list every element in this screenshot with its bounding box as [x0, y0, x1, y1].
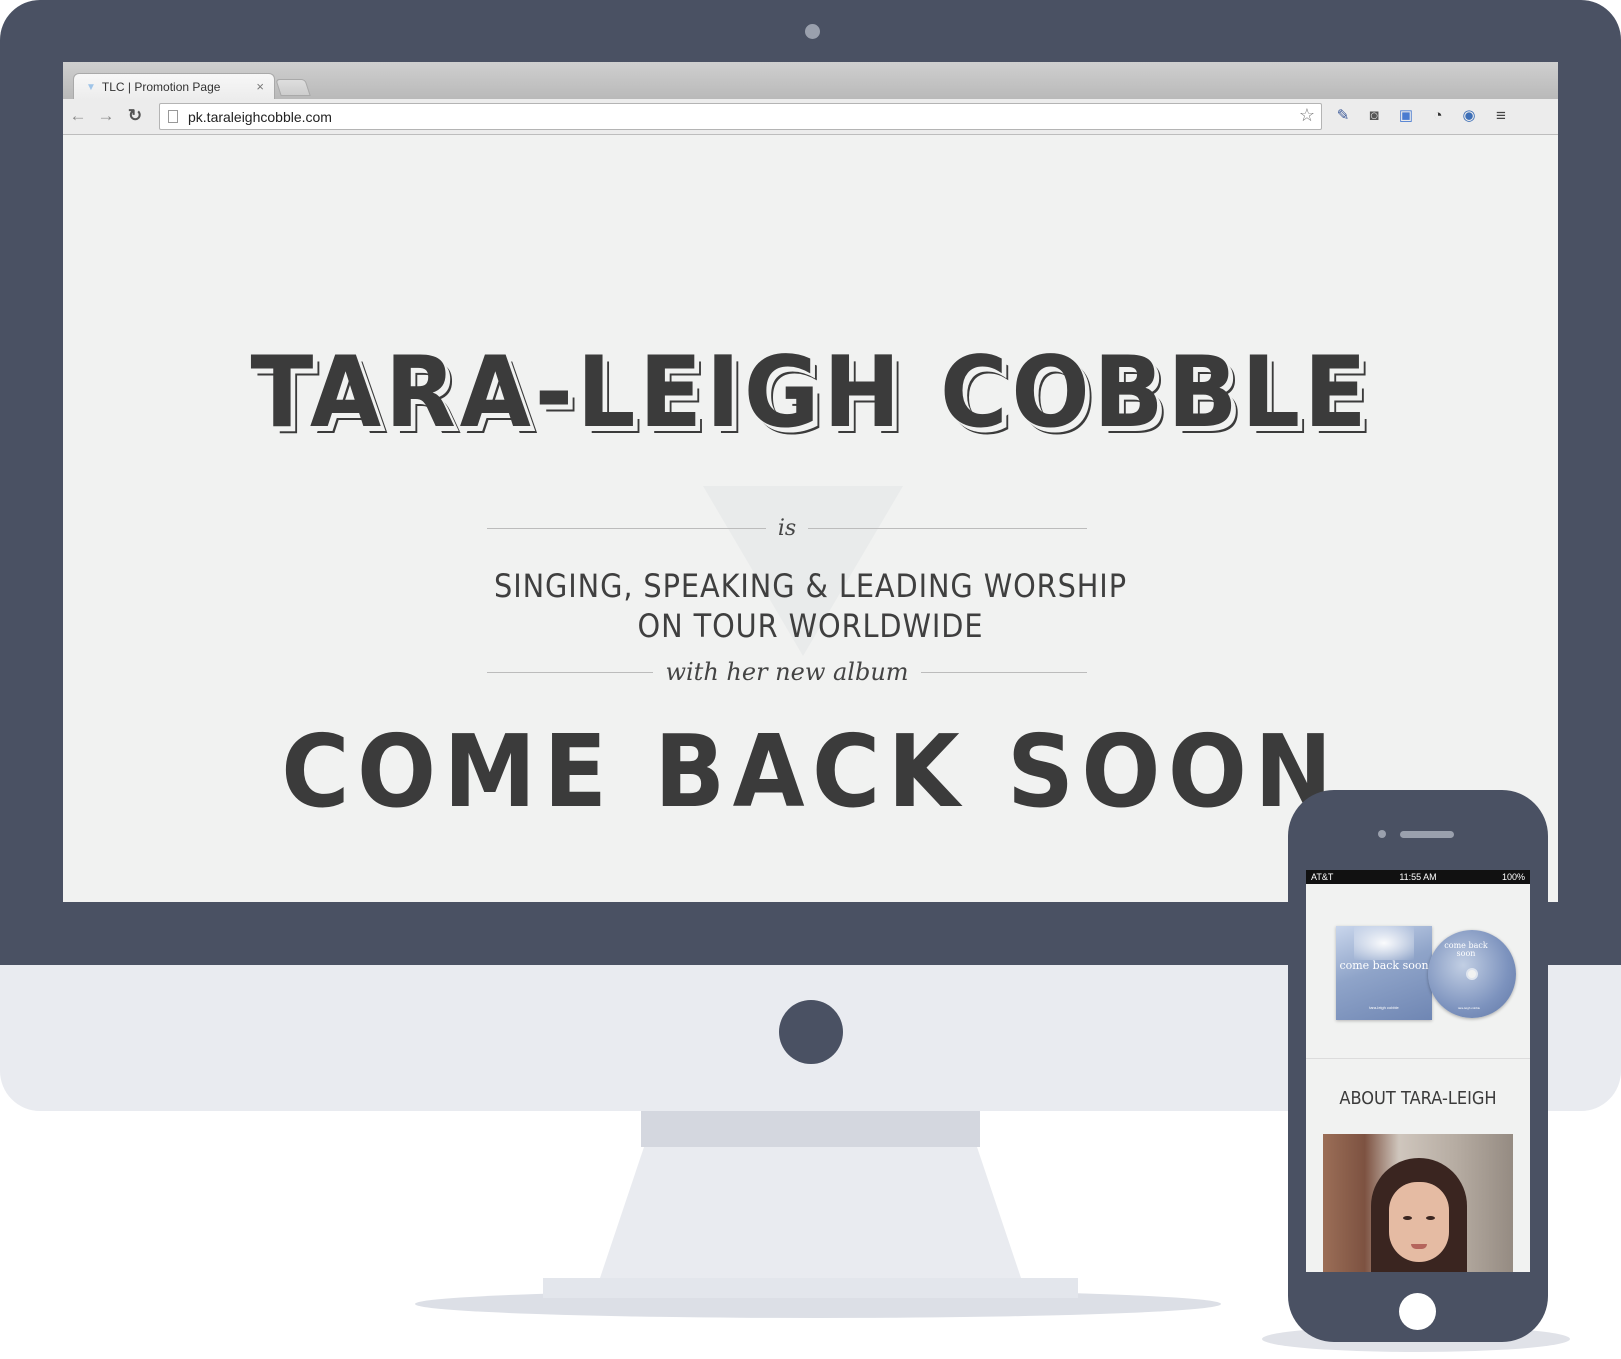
bookmark-star-icon[interactable]: ☆: [1299, 105, 1315, 126]
status-time: 11:55 AM: [1399, 872, 1437, 882]
imac-stand-shade: [641, 1111, 980, 1147]
phone-screen: AT&T 11:55 AM 100% come back soon tara-l…: [1306, 870, 1530, 1272]
battery-label: 100%: [1501, 872, 1525, 882]
portrait-mouth: [1411, 1244, 1427, 1249]
timer-extension-icon[interactable]: ◔: [1427, 105, 1449, 127]
back-icon[interactable]: ←: [67, 105, 89, 127]
cd-title: come back soon: [1444, 941, 1488, 958]
eyedropper-extension-icon[interactable]: ✎: [1332, 105, 1354, 127]
favicon-icon: ▼: [86, 81, 96, 93]
apple-logo-icon: [779, 1000, 843, 1064]
cover-glow: [1354, 926, 1414, 960]
tagline-line-2: ON TOUR WORLDWIDE: [637, 607, 984, 645]
tagline-line-1: SINGING, SPEAKING & LEADING WORSHIP: [494, 567, 1127, 605]
tagline: SINGING, SPEAKING & LEADING WORSHIP ON T…: [138, 566, 1484, 646]
browser-toolbar: ← → ↻ pk.taraleighcobble.com ☆ ✎ ◙ ▣ ◔ ◉…: [63, 99, 1558, 135]
divider-line-right: [920, 671, 1088, 673]
divider-line-left: [487, 671, 654, 673]
new-tab-button[interactable]: [275, 79, 311, 96]
section-divider: [1306, 1058, 1530, 1059]
portrait-face: [1389, 1182, 1449, 1262]
is-word: is: [777, 516, 797, 541]
phone-speaker: [1400, 831, 1454, 838]
divider-line-right: [808, 528, 1088, 529]
cover-artist: tara-leigh cobble: [1369, 1005, 1399, 1010]
imac-stand: [600, 1147, 1021, 1278]
pocket-extension-icon[interactable]: ◙: [1363, 105, 1385, 127]
phone-device: AT&T 11:55 AM 100% come back soon tara-l…: [1288, 790, 1548, 1342]
carrier-label: AT&T: [1311, 872, 1334, 882]
close-tab-icon[interactable]: ×: [256, 79, 264, 94]
forward-icon[interactable]: →: [95, 105, 117, 127]
imac-stand-base: [543, 1278, 1078, 1298]
tab-strip: ▼ TLC | Promotion Page ×: [63, 62, 1558, 100]
browser-window: ▼ TLC | Promotion Page × ← → ↻ pk.tarale…: [63, 62, 1558, 902]
artist-portrait-image: [1323, 1134, 1513, 1272]
page-icon: [168, 110, 178, 123]
tab-title: TLC | Promotion Page: [101, 80, 221, 94]
window-resizer-extension-icon[interactable]: ▣: [1395, 105, 1417, 127]
divider-line-left: [487, 528, 766, 529]
is-divider: is: [487, 516, 1088, 541]
home-button[interactable]: [1399, 1293, 1436, 1330]
about-heading: ABOUT TARA-LEIGH: [1339, 1088, 1497, 1109]
cd-artist: tara-leigh cobble: [1457, 1006, 1481, 1010]
cd-disc-image: come back soon tara-leigh cobble: [1428, 930, 1516, 1018]
address-bar[interactable]: pk.taraleighcobble.com ☆: [159, 103, 1322, 130]
portrait-eye: [1426, 1216, 1435, 1220]
with-album-text: with her new album: [665, 658, 909, 686]
tab-promotion-page[interactable]: ▼ TLC | Promotion Page ×: [73, 73, 275, 100]
status-bar: AT&T 11:55 AM 100%: [1306, 870, 1530, 884]
album-divider: with her new album: [487, 658, 1088, 686]
artist-name-heading: TARA-LEIGH COBBLE: [250, 336, 1371, 450]
cover-title: come back soon: [1339, 959, 1429, 972]
url-text: pk.taraleighcobble.com: [188, 108, 332, 125]
portrait-eye: [1403, 1216, 1412, 1220]
phone-camera: [1378, 830, 1386, 838]
menu-icon[interactable]: ≡: [1490, 105, 1512, 127]
cd-hole: [1466, 968, 1478, 980]
screenshot-extension-icon[interactable]: ◉: [1458, 105, 1480, 127]
page-viewport: TARA-LEIGH COBBLE is SINGING, SPEAKING &…: [63, 136, 1558, 902]
album-cover-image[interactable]: come back soon tara-leigh cobble: [1336, 926, 1432, 1020]
imac-camera: [805, 24, 820, 39]
reload-icon[interactable]: ↻: [124, 105, 146, 127]
